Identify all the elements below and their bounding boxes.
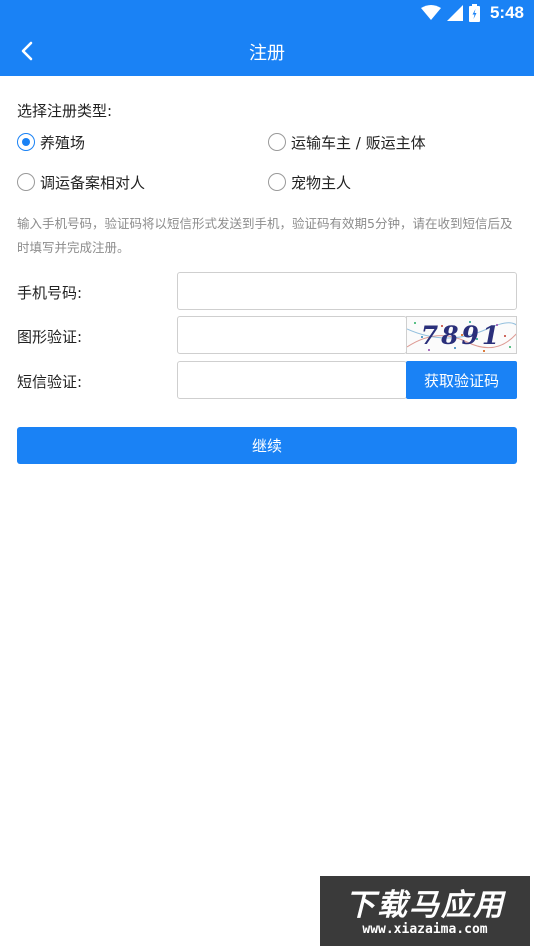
register-type-label: 选择注册类型: bbox=[17, 102, 113, 120]
watermark-url: www.xiazaima.com bbox=[362, 922, 488, 937]
watermark-logo: 下载马应用 www.xiazaima.com bbox=[320, 876, 530, 946]
sms-label: 短信验证: bbox=[17, 373, 83, 391]
watermark-title: 下载马应用 bbox=[345, 888, 505, 923]
sms-code-input[interactable] bbox=[177, 361, 407, 399]
captcha-input[interactable] bbox=[177, 316, 407, 354]
radio-label: 调运备案相对人 bbox=[40, 173, 146, 192]
radio-checked-icon bbox=[17, 133, 35, 151]
sms-hint-text: 输入手机号码，验证码将以短信形式发送到手机，验证码有效期5分钟，请在收到短信后及… bbox=[17, 216, 513, 255]
signal-icon bbox=[446, 5, 463, 21]
radio-label: 宠物主人 bbox=[291, 173, 352, 192]
radio-unchecked-icon bbox=[17, 173, 35, 191]
radio-label: 运输车主 / 贩运主体 bbox=[291, 133, 426, 152]
app-bar: 注册 bbox=[0, 26, 534, 76]
radio-transport-owner[interactable]: 运输车主 / 贩运主体 bbox=[268, 130, 426, 154]
radio-unchecked-icon bbox=[268, 133, 286, 151]
get-sms-code-button[interactable]: 获取验证码 bbox=[406, 361, 517, 399]
phone-input[interactable] bbox=[177, 272, 517, 310]
status-bar: 5:48 bbox=[0, 0, 534, 26]
status-time: 5:48 bbox=[489, 3, 524, 22]
captcha-image[interactable]: 7891 bbox=[406, 316, 517, 354]
radio-farm[interactable]: 养殖场 bbox=[17, 130, 85, 154]
status-icons: 5:48 bbox=[420, 2, 524, 24]
radio-dispatch-filer[interactable]: 调运备案相对人 bbox=[17, 170, 145, 194]
battery-icon bbox=[468, 4, 480, 22]
radio-pet-owner[interactable]: 宠物主人 bbox=[268, 170, 351, 194]
wifi-icon bbox=[420, 5, 441, 20]
continue-button[interactable]: 继续 bbox=[17, 427, 517, 464]
radio-unchecked-icon bbox=[268, 173, 286, 191]
radio-label: 养殖场 bbox=[40, 133, 86, 152]
captcha-label: 图形验证: bbox=[17, 328, 83, 346]
page-title: 注册 bbox=[249, 43, 285, 64]
phone-label: 手机号码: bbox=[17, 284, 83, 302]
captcha-text: 7891 bbox=[420, 321, 503, 350]
